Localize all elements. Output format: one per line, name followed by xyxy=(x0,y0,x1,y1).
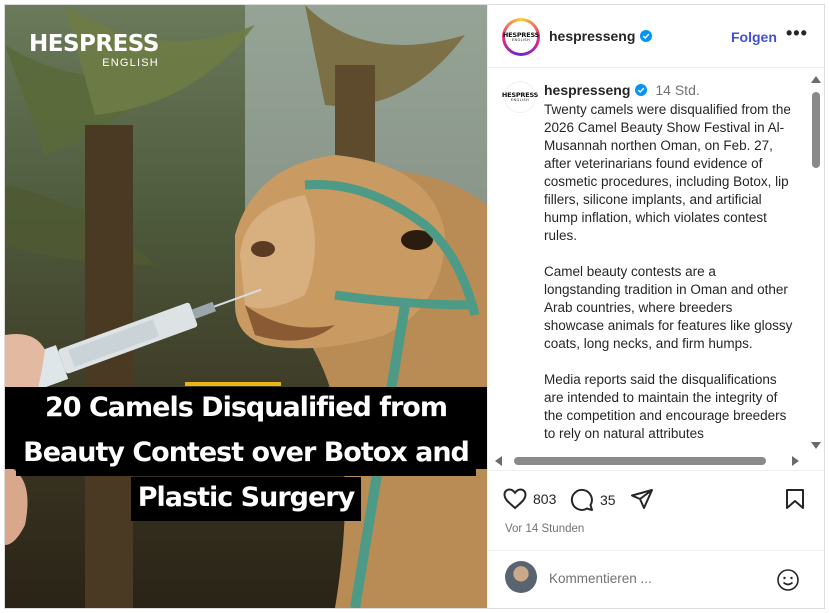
caption-time: 14 Std. xyxy=(655,82,700,98)
scroll-left-icon[interactable] xyxy=(495,456,502,466)
send-icon[interactable] xyxy=(630,488,654,510)
post-side-panel: HESPRESS ENGLISH hespresseng Folgen ••• … xyxy=(487,5,824,608)
horizontal-scroll-thumb[interactable] xyxy=(514,457,766,465)
caption-text: Twenty camels were disqualified from the… xyxy=(544,101,796,460)
current-user-avatar xyxy=(505,561,537,593)
caption-scroll-area[interactable]: HESPRESS ENGLISH hespresseng 14 Std. Twe… xyxy=(488,68,824,460)
caption-username[interactable]: hespresseng xyxy=(544,82,630,98)
comment-bar: Kommentieren ... xyxy=(488,550,824,608)
post-window: HESPRESS ENGLISH 20 Camels Disqualified … xyxy=(4,4,825,609)
comment-input[interactable]: Kommentieren ... xyxy=(549,571,652,586)
horizontal-scrollbar[interactable] xyxy=(488,452,807,469)
post-header: HESPRESS ENGLISH hespresseng Folgen ••• xyxy=(488,5,824,68)
headline-accent xyxy=(185,382,281,386)
vertical-scrollbar[interactable] xyxy=(807,68,824,460)
author-username[interactable]: hespresseng xyxy=(549,28,653,44)
post-timestamp[interactable]: Vor 14 Stunden xyxy=(505,523,584,535)
follow-button[interactable]: Folgen xyxy=(731,29,777,45)
share-button[interactable] xyxy=(630,488,654,510)
post-image[interactable]: HESPRESS ENGLISH 20 Camels Disqualified … xyxy=(5,5,487,608)
post-actions: 803 35 Vor 14 Stunden xyxy=(488,470,824,550)
comment-count[interactable]: 35 xyxy=(600,492,616,508)
save-button[interactable] xyxy=(785,488,805,510)
like-count[interactable]: 803 xyxy=(533,491,556,507)
caption-paragraph: Twenty camels were disqualified from the… xyxy=(544,102,791,243)
logo-sub: ENGLISH xyxy=(102,57,159,69)
logo-main: HESPRESS xyxy=(29,31,159,57)
avatar-logo: HESPRESS ENGLISH xyxy=(503,32,539,42)
image-headline: 20 Camels Disqualified from Oman Beauty … xyxy=(5,387,487,522)
caption-paragraph: Media reports said the disqualifications… xyxy=(544,372,787,441)
more-options-icon[interactable]: ••• xyxy=(786,24,808,42)
scroll-right-icon[interactable] xyxy=(792,456,799,466)
verified-badge-icon xyxy=(635,84,648,96)
caption-avatar[interactable]: HESPRESS ENGLISH xyxy=(502,81,538,113)
scroll-down-icon[interactable] xyxy=(811,442,821,449)
caption-meta: hespresseng 14 Std. xyxy=(544,82,700,98)
avatar-logo: HESPRESS ENGLISH xyxy=(502,92,538,102)
avatar-logo-sub: ENGLISH xyxy=(511,37,531,42)
comment-button[interactable]: 35 xyxy=(570,488,616,512)
heart-icon[interactable] xyxy=(503,488,527,510)
bookmark-icon[interactable] xyxy=(785,488,805,510)
verified-badge-icon xyxy=(640,30,653,42)
like-button[interactable]: 803 xyxy=(503,488,556,510)
comment-icon[interactable] xyxy=(570,488,594,512)
caption-paragraph: Camel beauty contests are a longstanding… xyxy=(544,264,793,351)
vertical-scroll-thumb[interactable] xyxy=(812,92,820,168)
headline-line: Plastic Surgery xyxy=(130,477,362,521)
hespress-logo: HESPRESS ENGLISH xyxy=(29,31,159,70)
headline-line: Beauty Contest over Botox and xyxy=(16,432,476,476)
username-text[interactable]: hespresseng xyxy=(549,28,635,44)
author-avatar[interactable]: HESPRESS ENGLISH xyxy=(502,18,540,56)
avatar-logo-sub: ENGLISH xyxy=(510,97,530,102)
emoji-icon[interactable] xyxy=(776,568,800,592)
scroll-up-icon[interactable] xyxy=(811,76,821,83)
